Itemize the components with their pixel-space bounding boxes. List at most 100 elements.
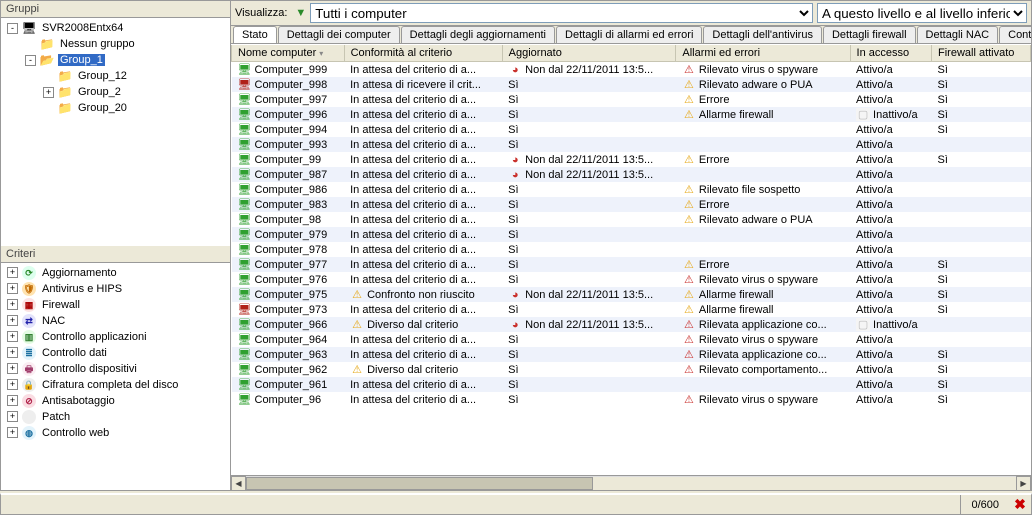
filter-combo[interactable]: Tutti i computer xyxy=(310,3,813,23)
criteria-tree-item[interactable]: +≣Controllo dati xyxy=(1,345,230,361)
tab[interactable]: Dettagli dell'antivirus xyxy=(703,26,822,43)
tree-label[interactable]: Nessun gruppo xyxy=(58,38,137,50)
tree-label[interactable]: Controllo web xyxy=(40,427,111,439)
expand-toggle[interactable]: + xyxy=(7,379,18,390)
tree-label[interactable]: Group_2 xyxy=(76,86,123,98)
expand-toggle[interactable]: + xyxy=(7,267,18,278)
expand-toggle[interactable]: + xyxy=(7,283,18,294)
table-row[interactable]: 🖥Computer_99In attesa del criterio di a.… xyxy=(232,152,1031,167)
hsb-right-button[interactable]: ▶ xyxy=(1016,476,1031,491)
group-tree-item[interactable]: -📂Group_1 xyxy=(1,52,230,68)
tree-label[interactable]: Patch xyxy=(40,411,72,423)
criteria-tree-item[interactable]: +🖶Controllo dispositivi xyxy=(1,361,230,377)
expand-toggle[interactable]: + xyxy=(7,395,18,406)
status-alert-icon[interactable]: ✖ xyxy=(1009,496,1031,513)
expand-toggle[interactable]: + xyxy=(7,427,18,438)
hsb-thumb[interactable] xyxy=(246,477,593,490)
table-row[interactable]: 🖥Computer_98In attesa del criterio di a.… xyxy=(232,212,1031,227)
tree-label[interactable]: Cifratura completa del disco xyxy=(40,379,180,391)
tree-label[interactable]: Antivirus e HIPS xyxy=(40,283,124,295)
tab[interactable]: Dettagli dei computer xyxy=(278,26,400,43)
tab[interactable]: Dettagli di allarmi ed errori xyxy=(556,26,702,43)
tab[interactable]: Dettagli degli aggiornamenti xyxy=(401,26,555,43)
table-row[interactable]: 🖥Computer_976In attesa del criterio di a… xyxy=(232,272,1031,287)
criteria-tree-item[interactable]: +▦Firewall xyxy=(1,297,230,313)
tree-label[interactable]: Firewall xyxy=(40,299,82,311)
criteria-tree-item[interactable]: +⊘Antisabotaggio xyxy=(1,393,230,409)
tab[interactable]: Stato xyxy=(233,26,277,43)
expand-toggle[interactable]: + xyxy=(7,411,18,422)
column-header[interactable]: Nome computer▾ xyxy=(232,45,345,62)
table-row[interactable]: 🖥Computer_993In attesa del criterio di a… xyxy=(232,137,1031,152)
group-tree-item[interactable]: 📁Group_12 xyxy=(1,68,230,84)
expand-toggle[interactable] xyxy=(43,71,54,82)
table-row[interactable]: 🖥Computer_996In attesa del criterio di a… xyxy=(232,107,1031,122)
tree-label[interactable]: Group_12 xyxy=(76,70,129,82)
tab[interactable]: Dettagli NAC xyxy=(917,26,999,43)
tab[interactable]: Dettagli firewall xyxy=(823,26,916,43)
tree-label[interactable]: Controllo applicazioni xyxy=(40,331,149,343)
table-row[interactable]: 🖥Computer_973In attesa del criterio di a… xyxy=(232,302,1031,317)
grid-scroll[interactable]: Nome computer▾Conformità al criterioAggi… xyxy=(231,44,1031,475)
table-row[interactable]: 🖥Computer_978In attesa del criterio di a… xyxy=(232,242,1031,257)
expand-toggle[interactable]: + xyxy=(43,87,54,98)
criteria-tree-item[interactable]: +🔒Cifratura completa del disco xyxy=(1,377,230,393)
criteria-tree-item[interactable]: +⇄NAC xyxy=(1,313,230,329)
table-row[interactable]: 🖥Computer_961In attesa del criterio di a… xyxy=(232,377,1031,392)
table-row[interactable]: 🖥Computer_977In attesa del criterio di a… xyxy=(232,257,1031,272)
tree-label[interactable]: Group_1 xyxy=(58,54,105,66)
criteria-tree[interactable]: +⟳Aggiornamento+🛡Antivirus e HIPS+▦Firew… xyxy=(1,263,230,491)
criteria-tree-item[interactable]: +▥Controllo applicazioni xyxy=(1,329,230,345)
tree-label[interactable]: NAC xyxy=(40,315,67,327)
tree-label[interactable]: SVR2008Entx64 xyxy=(40,22,125,34)
table-row[interactable]: 🖥Computer_999In attesa del criterio di a… xyxy=(232,62,1031,78)
group-tree-item[interactable]: 📁Group_20 xyxy=(1,100,230,116)
expand-toggle[interactable]: + xyxy=(7,331,18,342)
group-tree-item[interactable]: +📁Group_2 xyxy=(1,84,230,100)
criteria-tree-item[interactable]: + Patch xyxy=(1,409,230,425)
tree-label[interactable]: Antisabotaggio xyxy=(40,395,117,407)
tree-label[interactable]: Controllo dispositivi xyxy=(40,363,139,375)
expand-toggle[interactable]: - xyxy=(25,55,36,66)
horizontal-scrollbar[interactable]: ◀ ▶ xyxy=(231,475,1031,490)
table-row[interactable]: 🖥Computer_962⚠Diverso dal criterioSì⚠Ril… xyxy=(232,362,1031,377)
group-tree-item[interactable]: 📁Nessun gruppo xyxy=(1,36,230,52)
expand-toggle[interactable]: + xyxy=(7,347,18,358)
expand-toggle[interactable] xyxy=(25,39,36,50)
criteria-tree-item[interactable]: +🛡Antivirus e HIPS xyxy=(1,281,230,297)
table-row[interactable]: 🖥Computer_979In attesa del criterio di a… xyxy=(232,227,1031,242)
computer-grid[interactable]: Nome computer▾Conformità al criterioAggi… xyxy=(231,45,1031,407)
table-row[interactable]: 🖥Computer_963In attesa del criterio di a… xyxy=(232,347,1031,362)
column-header[interactable]: Allarmi ed errori xyxy=(676,45,850,62)
table-row[interactable]: 🖥Computer_966⚠Diverso dal criterio◕Non d… xyxy=(232,317,1031,332)
table-row[interactable]: 🖥Computer_998In attesa di ricevere il cr… xyxy=(232,77,1031,92)
expand-toggle[interactable]: - xyxy=(7,23,18,34)
expand-toggle[interactable]: + xyxy=(7,299,18,310)
table-row[interactable]: 🖥Computer_975⚠Confronto non riuscito◕Non… xyxy=(232,287,1031,302)
table-row[interactable]: 🖥Computer_994In attesa del criterio di a… xyxy=(232,122,1031,137)
table-row[interactable]: 🖥Computer_997In attesa del criterio di a… xyxy=(232,92,1031,107)
expand-toggle[interactable]: + xyxy=(7,363,18,374)
table-row[interactable]: 🖥Computer_964In attesa del criterio di a… xyxy=(232,332,1031,347)
column-header[interactable]: Firewall attivato xyxy=(932,45,1031,62)
hsb-left-button[interactable]: ◀ xyxy=(231,476,246,491)
table-row[interactable]: 🖥Computer_96In attesa del criterio di a.… xyxy=(232,392,1031,407)
expand-toggle[interactable] xyxy=(43,103,54,114)
hsb-track[interactable] xyxy=(246,476,1016,491)
table-row[interactable]: 🖥Computer_983In attesa del criterio di a… xyxy=(232,197,1031,212)
tree-label[interactable]: Controllo dati xyxy=(40,347,109,359)
column-header[interactable]: Conformità al criterio xyxy=(344,45,502,62)
group-tree-item[interactable]: -🖥SVR2008Entx64 xyxy=(1,20,230,36)
tree-label[interactable]: Aggiornamento xyxy=(40,267,119,279)
criteria-tree-item[interactable]: +◍Controllo web xyxy=(1,425,230,441)
table-row[interactable]: 🖥Computer_987In attesa del criterio di a… xyxy=(232,167,1031,182)
groups-tree[interactable]: -🖥SVR2008Entx64📁Nessun gruppo-📂Group_1📁G… xyxy=(1,18,230,246)
tree-label[interactable]: Group_20 xyxy=(76,102,129,114)
grid-header-row[interactable]: Nome computer▾Conformità al criterioAggi… xyxy=(232,45,1031,62)
expand-toggle[interactable]: + xyxy=(7,315,18,326)
table-row[interactable]: 🖥Computer_986In attesa del criterio di a… xyxy=(232,182,1031,197)
column-header[interactable]: Aggiornato xyxy=(502,45,676,62)
level-combo[interactable]: A questo livello e al livello inferiore xyxy=(817,3,1027,23)
tab[interactable]: Controllo app xyxy=(999,26,1031,43)
criteria-tree-item[interactable]: +⟳Aggiornamento xyxy=(1,265,230,281)
